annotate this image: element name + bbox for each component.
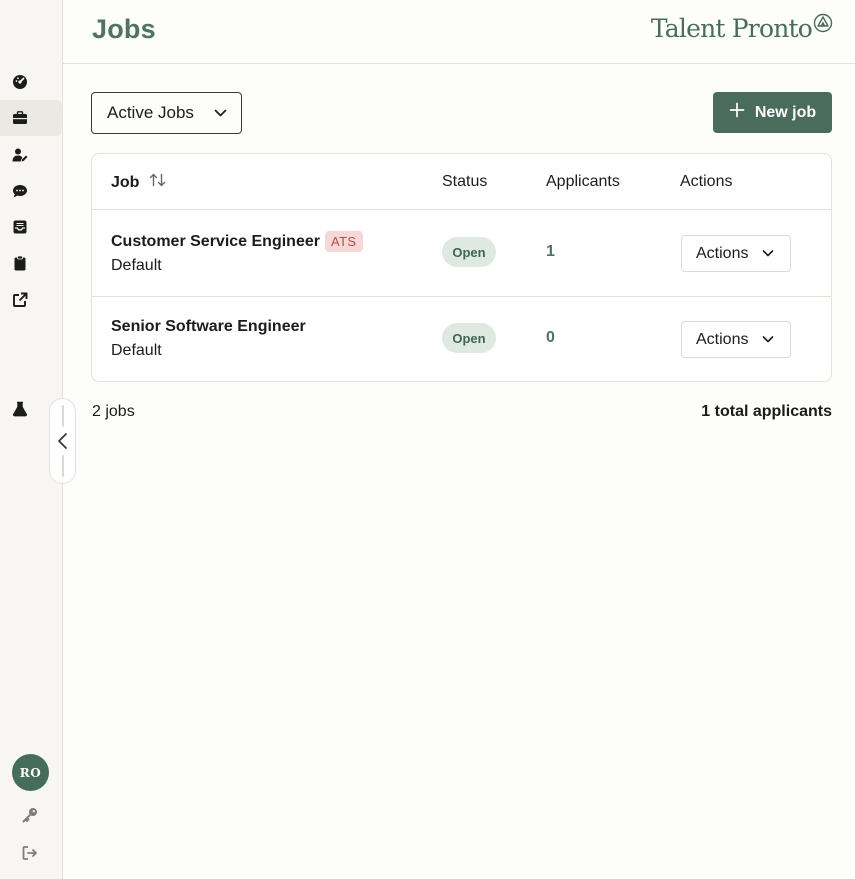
new-job-button[interactable]: New job <box>713 92 832 133</box>
job-filter-select[interactable]: Active Jobs <box>91 92 242 134</box>
sidebar-item-clipboard[interactable] <box>0 245 62 281</box>
job-title-link[interactable]: Senior Software Engineer <box>111 318 306 336</box>
brand-logo[interactable]: Talent Pronto <box>650 13 833 43</box>
actions-dropdown-button[interactable]: Actions <box>681 321 791 358</box>
job-title-cell: Customer Service Engineer ATS <box>111 231 363 252</box>
briefcase-icon <box>12 110 28 126</box>
sidebar-item-messages[interactable] <box>0 173 62 209</box>
column-header-actions: Actions <box>680 173 733 190</box>
job-subtitle: Default <box>111 257 162 274</box>
page-title: Jobs <box>92 14 156 44</box>
sidebar-item-key[interactable] <box>21 806 39 824</box>
column-header-job[interactable]: Job <box>111 173 166 192</box>
job-title-link[interactable]: Customer Service Engineer <box>111 233 320 251</box>
table-row[interactable]: Customer Service Engineer ATS Default Op… <box>92 210 831 297</box>
job-title-cell: Senior Software Engineer <box>111 318 306 336</box>
key-icon <box>21 806 39 824</box>
status-badge: Open <box>442 323 496 353</box>
new-job-label: New job <box>754 103 817 121</box>
applicant-count-link[interactable]: 0 <box>546 329 555 347</box>
plus-icon <box>729 102 755 123</box>
app-root: RO Jobs Talent Pronto Active Jobs New jo… <box>0 0 855 879</box>
column-header-applicants: Applicants <box>546 173 620 190</box>
sidebar-item-jobs[interactable] <box>0 100 62 136</box>
actions-label: Actions <box>696 244 749 262</box>
status-badge: Open <box>442 237 496 267</box>
table-header: Job Status Applicants Actions <box>92 154 831 210</box>
inbox-icon <box>12 219 28 235</box>
ats-badge: ATS <box>324 231 363 252</box>
table-row[interactable]: Senior Software Engineer Default Open 0 … <box>92 297 831 381</box>
external-link-icon <box>12 292 28 308</box>
sidebar-item-candidates[interactable] <box>0 137 62 173</box>
sidebar-item-logout[interactable] <box>21 844 39 862</box>
collapse-handle-top <box>61 405 64 427</box>
logo-mark-icon <box>812 13 833 38</box>
avatar[interactable]: RO <box>12 754 49 791</box>
column-header-status: Status <box>442 173 488 190</box>
actions-dropdown-button[interactable]: Actions <box>681 235 791 272</box>
job-filter-value: Active Jobs <box>107 103 194 122</box>
sort-icon[interactable] <box>139 173 166 192</box>
logout-icon <box>21 844 39 862</box>
column-header-job-label: Job <box>111 173 140 191</box>
user-edit-icon <box>12 147 28 163</box>
collapse-handle-bottom <box>61 455 64 477</box>
sidebar-item-external[interactable] <box>0 282 62 318</box>
clipboard-icon <box>12 255 28 271</box>
job-subtitle: Default <box>111 342 162 359</box>
sidebar-item-dashboard[interactable] <box>0 64 62 100</box>
chevron-left-icon <box>56 432 70 450</box>
logo-text: Talent Pronto <box>650 14 813 43</box>
chat-bubble-icon <box>12 183 28 199</box>
page-header: Jobs Talent Pronto <box>63 0 855 64</box>
job-count: 2 jobs <box>92 403 135 420</box>
jobs-table: Job Status Applicants Actions Customer S… <box>91 153 832 382</box>
sidebar-item-inbox[interactable] <box>0 209 62 245</box>
applicant-count-link[interactable]: 1 <box>546 243 555 261</box>
actions-label: Actions <box>696 330 749 348</box>
sidebar-collapse-button[interactable] <box>49 398 76 484</box>
flask-icon <box>12 401 28 417</box>
total-applicants: 1 total applicants <box>701 403 832 420</box>
dashboard-gauge-icon <box>12 74 28 90</box>
